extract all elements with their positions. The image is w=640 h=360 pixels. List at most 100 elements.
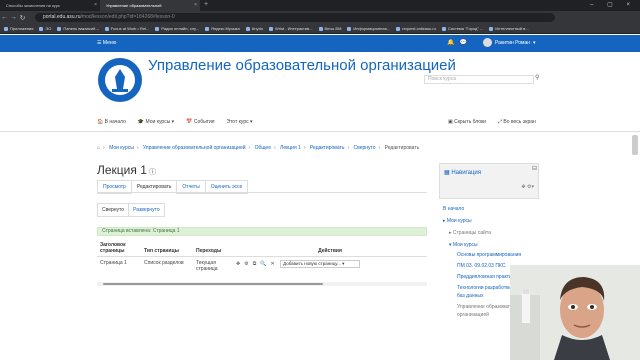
site-title: Управление образовательной организацией xyxy=(148,57,456,74)
fullscreen-button[interactable]: ⤢ Во весь экран xyxy=(498,119,536,125)
bookmark-item[interactable]: Весы ВМ xyxy=(318,26,342,31)
divider xyxy=(0,131,640,132)
hide-block-icon[interactable]: ⊟ xyxy=(532,165,537,172)
breadcrumb-item[interactable]: Управление образовательной организацией xyxy=(143,145,246,151)
chat-icon[interactable]: 💬 xyxy=(459,40,471,46)
bookmark-label: Приложения xyxy=(10,26,34,31)
bookmark-label: Весы ВМ xyxy=(324,26,342,31)
move-icon[interactable]: ✥ xyxy=(236,261,240,267)
page-title-cell[interactable]: Страница 1 xyxy=(97,257,141,276)
preview-icon[interactable]: 🔍 xyxy=(260,261,266,267)
user-menu[interactable]: Ракитин Роман ▾ xyxy=(483,38,536,47)
bookmark-item[interactable]: Информационная... xyxy=(347,26,390,31)
browser-tab[interactable]: Способы зачисления на курс × xyxy=(0,0,100,11)
nav-item-label: Страницы сайта xyxy=(452,230,491,236)
bookmark-item[interactable]: Радио онлайн, слу... xyxy=(155,26,199,31)
bookmark-label: Панель вакансий – xyxy=(63,26,99,31)
view-tabs: Свернуто Развернуто xyxy=(97,203,165,217)
tab-expanded[interactable]: Развернуто xyxy=(128,203,165,217)
bookmark-icon xyxy=(204,26,209,31)
bookmark-label: Интеллектный в... xyxy=(495,26,529,31)
nav-this-course-label: Этот курс xyxy=(226,119,249,125)
bookmark-item[interactable]: Яндекс.Музыка xyxy=(204,26,240,31)
bookmark-icon xyxy=(245,26,250,31)
breadcrumb-current: Редактировать xyxy=(384,145,420,151)
bookmark-item[interactable]: Панель вакансий – xyxy=(57,26,99,31)
course-search-input[interactable]: Поиск курса xyxy=(424,75,534,84)
window-controls[interactable]: – ▢ × xyxy=(590,0,636,10)
nav-home-label: В начало xyxy=(104,119,126,125)
tabs-underline xyxy=(97,192,427,193)
breadcrumb-item[interactable]: Общее xyxy=(255,145,271,151)
breadcrumb-item[interactable]: Редактировать xyxy=(310,145,345,151)
avatar xyxy=(483,38,492,47)
close-tab-icon[interactable]: × xyxy=(94,2,97,8)
navigation-block-header: ▦ Навигация ✥ ⚙▾ xyxy=(439,163,539,199)
home-icon[interactable]: ⌂ xyxy=(97,145,100,151)
gear-icon[interactable]: ⚙ xyxy=(244,261,248,267)
scrollbar-thumb[interactable] xyxy=(103,283,323,285)
url-path: /mod/lesson/edit.php?id=184268#lesson-0 xyxy=(80,14,175,20)
new-tab-icon[interactable]: + xyxy=(200,0,212,11)
bookmark-item[interactable]: Интеллектный в... xyxy=(489,26,529,31)
breadcrumb-item[interactable]: Свернуто xyxy=(354,145,376,151)
nav-my-courses[interactable]: 🎓 Мои курсы ▾ xyxy=(138,119,174,125)
col-header-title: Заголовок страницы xyxy=(97,240,141,257)
nav-home[interactable]: 🏠 В начало xyxy=(97,119,126,125)
nav-item-my-courses-expanded[interactable]: ▾ Мои курсы xyxy=(443,239,539,251)
bookmark-icon xyxy=(347,26,352,31)
hide-blocks-button[interactable]: ▣ Скрыть блоки xyxy=(448,119,486,125)
bookmark-label: Anydo xyxy=(251,26,264,31)
bookmark-item[interactable]: Система "Город" ... xyxy=(441,26,484,31)
menu-button[interactable]: ☰ Меню xyxy=(97,40,116,46)
back-icon[interactable]: ← xyxy=(0,14,9,21)
url-field[interactable]: portal.edu.asu.ru/mod/lesson/edit.php?id… xyxy=(35,13,555,22)
block-controls[interactable]: ✥ ⚙▾ xyxy=(521,184,534,190)
bookmark-item[interactable]: Wrist - Интерактив... xyxy=(269,26,313,31)
webcam-overlay xyxy=(510,265,640,360)
page-jumps-cell: Текущая страница xyxy=(196,260,218,272)
search-icon[interactable]: ⚲ xyxy=(535,74,539,81)
delete-icon[interactable]: ✕ xyxy=(271,261,275,267)
bookmark-item[interactable]: ЭО xyxy=(39,26,51,31)
actions-cell: ✥ ⚙ ⧉ 🔍 ✕ Добавить новую страницу... ▾ xyxy=(233,257,427,276)
bookmarks-bar: Приложения ЭО Панель вакансий – Focus at Wo… xyxy=(0,24,640,34)
bookmark-item[interactable]: Anydo xyxy=(245,26,264,31)
nav-item-site-pages[interactable]: ▸ Страницы сайта xyxy=(443,227,539,239)
breadcrumb-item[interactable]: Лекция 1 xyxy=(280,145,301,151)
menu-label: Меню xyxy=(102,40,117,46)
page-title: Лекция 1 xyxy=(97,163,147,177)
browser-tab-active[interactable]: Управление образовательной × xyxy=(100,0,200,11)
bookmark-label: Система "Город" ... xyxy=(447,26,484,31)
nav-events[interactable]: 📅 События xyxy=(186,119,214,125)
bookmark-item[interactable]: request.cnitcasu.ru xyxy=(396,26,436,31)
add-page-select[interactable]: Добавить новую страницу... ▾ xyxy=(280,260,361,268)
tab-collapsed[interactable]: Свернуто xyxy=(97,203,130,217)
nav-item-course[interactable]: Основы программирования xyxy=(443,251,539,259)
navbar-icons: 🔔💬 xyxy=(447,39,472,46)
bookmark-icon xyxy=(104,26,109,31)
bookmark-icon xyxy=(489,26,494,31)
navigation-title: Навигация xyxy=(451,170,481,176)
breadcrumb-item[interactable]: Мои курсы xyxy=(109,145,134,151)
bookmark-item[interactable]: Приложения xyxy=(4,26,33,31)
bell-icon[interactable]: 🔔 xyxy=(447,40,459,46)
bookmark-icon xyxy=(396,26,401,31)
add-page-select-value: Добавить новую страницу... xyxy=(283,261,341,266)
horizontal-scrollbar[interactable] xyxy=(97,282,427,286)
bookmark-item[interactable]: Focus at Work • Rel... xyxy=(104,26,149,31)
nav-item-home[interactable]: В начало xyxy=(443,203,539,215)
browser-tab-title: Управление образовательной xyxy=(106,3,162,8)
nav-item-label: Мои курсы xyxy=(446,218,472,224)
nav-this-course[interactable]: Этот курс ▾ xyxy=(226,119,252,125)
duplicate-icon[interactable]: ⧉ xyxy=(253,261,257,267)
help-icon[interactable]: ⓘ xyxy=(149,167,156,177)
nav-item-my-courses[interactable]: ▸ Мои курсы xyxy=(443,215,539,227)
close-tab-icon[interactable]: × xyxy=(194,2,197,8)
reload-icon[interactable]: ↻ xyxy=(18,14,27,22)
bookmark-icon xyxy=(4,26,8,31)
forward-icon[interactable]: → xyxy=(9,14,18,21)
bookmark-icon xyxy=(441,26,446,31)
chevron-down-icon: ▾ xyxy=(533,39,536,46)
vertical-scrollbar-thumb[interactable] xyxy=(632,135,638,155)
